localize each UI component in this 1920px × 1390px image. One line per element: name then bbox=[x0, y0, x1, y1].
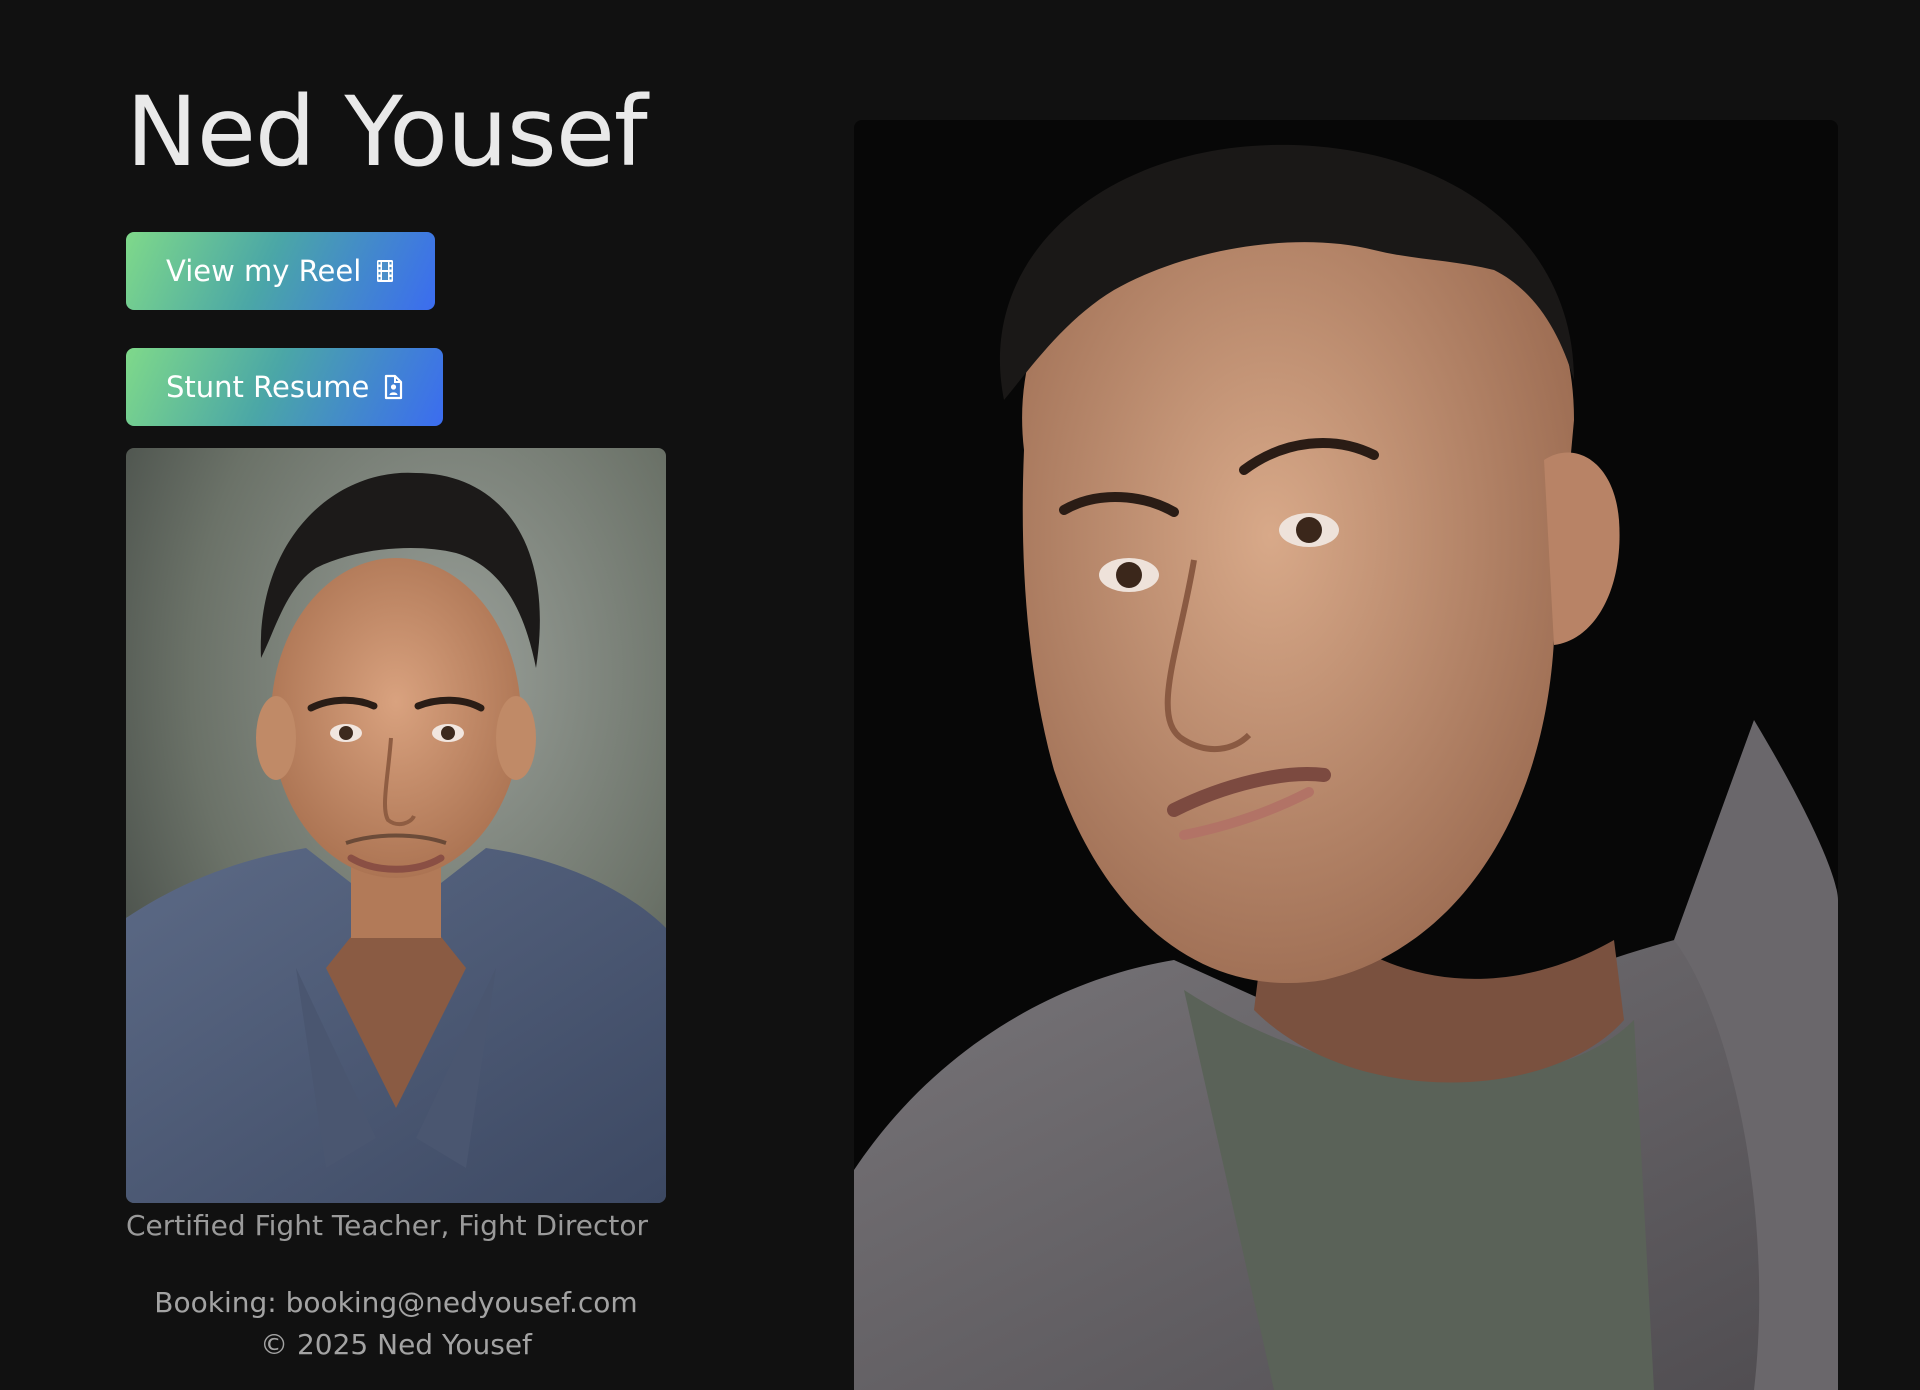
reel-button-row: View my Reel bbox=[126, 194, 686, 310]
stunt-resume-label: Stunt Resume bbox=[166, 370, 370, 404]
view-reel-label: View my Reel bbox=[166, 254, 362, 288]
profile-caption: Certified Fight Teacher, Fight Director bbox=[126, 1209, 648, 1242]
booking-contact[interactable]: Booking: booking@nedyousef.com bbox=[126, 1282, 666, 1324]
headshot-photo-small bbox=[126, 448, 666, 1203]
resume-button-row: Stunt Resume bbox=[126, 310, 686, 426]
document-user-icon bbox=[383, 374, 403, 400]
copyright: © 2025 Ned Yousef bbox=[260, 1328, 532, 1361]
footer: Booking: booking@nedyousef.com © 2025 Ne… bbox=[126, 1282, 666, 1366]
left-column: Ned Yousef View my Reel Stunt Resume Cer… bbox=[126, 70, 686, 1366]
film-icon bbox=[375, 258, 395, 284]
headshot-photo-large bbox=[854, 120, 1838, 1390]
view-reel-button[interactable]: View my Reel bbox=[126, 232, 436, 310]
page: Ned Yousef View my Reel Stunt Resume Cer… bbox=[0, 0, 1920, 1390]
site-title: Ned Yousef bbox=[126, 76, 648, 188]
stunt-resume-button[interactable]: Stunt Resume bbox=[126, 348, 444, 426]
